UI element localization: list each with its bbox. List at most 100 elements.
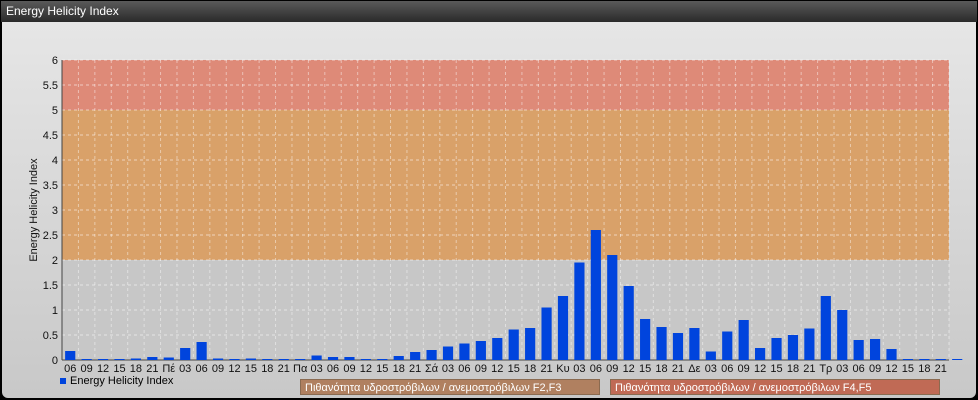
bar [607, 255, 618, 360]
x-tick-label: Σά [425, 363, 439, 375]
x-tick-label: 18 [130, 363, 142, 375]
bar [705, 351, 716, 360]
bar [508, 329, 519, 360]
bar [787, 335, 799, 360]
x-tick-label: 09 [475, 363, 487, 375]
bar [623, 286, 634, 360]
x-tick-label: 09 [81, 363, 93, 375]
bar [722, 331, 733, 360]
x-tick-label: Τρ [819, 363, 832, 375]
x-tick-label: 03 [179, 363, 191, 375]
x-tick-label: 21 [409, 363, 421, 375]
x-tick-label: 15 [113, 363, 125, 375]
y-tick-label: 5.5 [43, 80, 58, 92]
x-tick-label: 12 [754, 363, 766, 375]
y-tick-label: 2 [52, 255, 58, 267]
y-tick-label: 0 [52, 355, 58, 367]
x-tick-label: 18 [261, 363, 273, 375]
x-tick-label: 18 [524, 363, 536, 375]
x-tick-label: 12 [623, 363, 635, 375]
chart-svg: 0 0.5 1 1.5 2 2.5 3 3.5 4 4.5 5 5.5 6 Energy Helicity… [28, 55, 963, 375]
bar [65, 351, 76, 360]
x-tick-label: 09 [738, 363, 750, 375]
bar [442, 346, 454, 360]
bar [377, 359, 388, 360]
x-tick-label: 21 [672, 363, 684, 375]
x-tick-label: 09 [606, 363, 618, 375]
y-tick-label: 1 [52, 305, 58, 317]
x-tick-label: 15 [639, 363, 651, 375]
bar [180, 348, 191, 360]
y-tick-label: 3.5 [43, 180, 58, 192]
bar [771, 338, 782, 360]
y-tick-label: 2.5 [43, 230, 58, 242]
bar [738, 320, 749, 360]
x-tick-label: 03 [442, 363, 454, 375]
x-tick-label: 06 [721, 363, 733, 375]
bar [426, 350, 437, 360]
x-tick-label: 18 [655, 363, 667, 375]
x-tick-label: 15 [376, 363, 388, 375]
x-tick-label: 12 [97, 363, 109, 375]
y-tick-label: 4 [52, 155, 58, 167]
x-tick-label: 06 [458, 363, 470, 375]
bar [245, 358, 256, 360]
bar [689, 328, 700, 360]
zone2-legend: Πιθανότητα υδροστρόβιλων / ανεμοστρόβιλω… [610, 379, 940, 395]
x-tick-label: Πα [293, 363, 308, 375]
x-tick-label: 06 [195, 363, 207, 375]
x-tick-label: Πέ [162, 363, 175, 375]
x-tick-label: 21 [146, 363, 158, 375]
x-tick-label: 12 [360, 363, 372, 375]
x-tick-label: 18 [787, 363, 799, 375]
zone2-legend-label: Πιθανότητα υδροστρόβιλων / ανεμοστρόβιλω… [615, 382, 872, 394]
x-tick-label: 21 [935, 363, 947, 375]
x-tick-label: 09 [343, 363, 355, 375]
bar [541, 307, 552, 360]
x-tick-label: Δε [688, 363, 700, 375]
bar [360, 359, 371, 360]
bar [902, 359, 914, 360]
x-tick-label: 03 [705, 363, 717, 375]
x-tick-label: 06 [64, 363, 76, 375]
y-tick-label: 6 [52, 55, 58, 67]
bar [393, 356, 404, 360]
bar [886, 349, 897, 360]
bar [81, 359, 92, 360]
bar [278, 359, 289, 360]
bar [130, 358, 142, 360]
bar [344, 357, 355, 360]
series-legend: Energy Helicity Index [60, 375, 173, 387]
bar [869, 339, 881, 360]
bar [804, 328, 815, 360]
x-tick-label: 06 [590, 363, 602, 375]
bar [410, 352, 421, 360]
bar [820, 296, 831, 360]
x-tick-label: 12 [491, 363, 503, 375]
y-tick-label: 0.5 [43, 330, 58, 342]
bar [574, 262, 585, 360]
y-tick-label: 4.5 [43, 130, 58, 142]
bar [97, 359, 109, 360]
x-tick-label: 18 [393, 363, 405, 375]
x-tick-label: 15 [245, 363, 257, 375]
bar [459, 343, 470, 360]
chart-window: Energy Helicity Index 0 0.5 1 1.5 2 2.5 3 3.5 4 4… [0, 0, 978, 400]
x-tick-label: 06 [327, 363, 339, 375]
bar [853, 340, 864, 360]
bar [475, 341, 486, 360]
x-tick-label: 15 [770, 363, 782, 375]
x-tick-label: 06 [853, 363, 865, 375]
bar [327, 357, 339, 360]
bar [147, 357, 158, 360]
x-tick-label: 15 [902, 363, 914, 375]
x-tick-label: 09 [869, 363, 881, 375]
x-tick-label: 03 [836, 363, 848, 375]
x-tick-label: 09 [212, 363, 224, 375]
x-tick-label: 21 [803, 363, 815, 375]
y-tick-label: 3 [52, 205, 58, 217]
bar [525, 328, 536, 360]
y-tick-label: 1.5 [43, 280, 58, 292]
bar [672, 333, 684, 360]
bar [229, 359, 240, 360]
